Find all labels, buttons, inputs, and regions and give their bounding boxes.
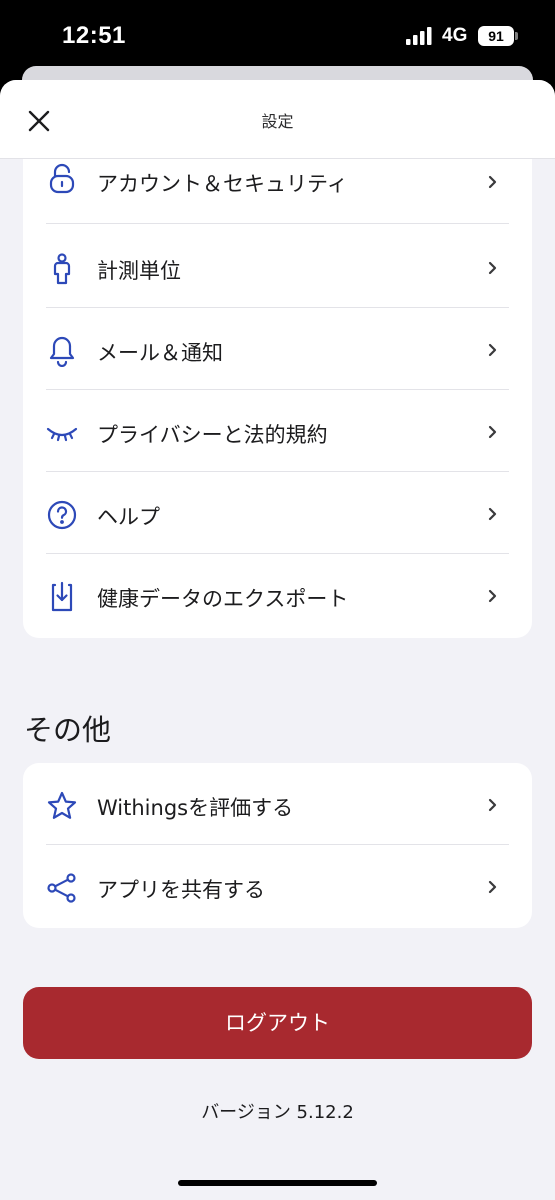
bell-icon	[46, 335, 78, 367]
person-icon	[46, 253, 78, 285]
sheet-header: 設定	[0, 80, 555, 159]
chevron-right-icon	[488, 343, 497, 357]
settings-item-label: 計測単位	[97, 259, 181, 283]
lock-icon	[46, 163, 78, 195]
divider	[46, 223, 509, 224]
settings-item-label: 健康データのエクスポート	[97, 587, 349, 611]
settings-item-label: Withingsを評価する	[97, 796, 294, 820]
chevron-right-icon	[488, 175, 497, 189]
chevron-right-icon	[488, 507, 497, 521]
settings-item-privacy-legal[interactable]: プライバシーと法的規約	[23, 390, 532, 472]
battery-icon: 91	[478, 26, 514, 46]
export-icon	[46, 581, 78, 613]
battery-tip	[515, 32, 518, 40]
closed-eye-icon	[46, 417, 78, 449]
logout-button[interactable]: ログアウト	[23, 987, 532, 1059]
settings-item-help[interactable]: ヘルプ	[23, 472, 532, 554]
status-time: 12:51	[62, 22, 126, 49]
battery-level: 91	[488, 28, 504, 44]
star-icon	[46, 790, 78, 822]
chevron-right-icon	[488, 798, 497, 812]
version-label: バージョン 5.12.2	[201, 1102, 354, 1123]
settings-item-share-app[interactable]: アプリを共有する	[23, 845, 532, 927]
settings-item-measurement-units[interactable]: 計測単位	[23, 226, 532, 308]
chevron-right-icon	[488, 425, 497, 439]
network-label: 4G	[442, 25, 468, 46]
settings-item-label: ヘルプ	[97, 505, 160, 529]
settings-item-health-data-export[interactable]: 健康データのエクスポート	[23, 554, 532, 636]
home-indicator	[178, 1180, 377, 1186]
settings-item-rate-withings[interactable]: Withingsを評価する	[23, 763, 532, 845]
chevron-right-icon	[488, 880, 497, 894]
settings-item-label: アカウント＆セキュリティ	[97, 172, 348, 196]
settings-item-label: プライバシーと法的規約	[97, 423, 328, 447]
chevron-right-icon	[488, 261, 497, 275]
section-title-other: その他	[24, 713, 112, 747]
settings-card: アカウント＆セキュリティ 計測単位 メール＆通知 プライバシーと法的規約 ヘルプ…	[23, 80, 532, 638]
chevron-right-icon	[488, 589, 497, 603]
share-icon	[46, 872, 78, 904]
other-card: Withingsを評価する アプリを共有する	[23, 763, 532, 928]
settings-item-label: アプリを共有する	[97, 878, 265, 902]
settings-item-label: メール＆通知	[97, 341, 223, 365]
signal-icon	[406, 27, 432, 45]
help-icon	[46, 499, 78, 531]
settings-sheet: アカウント＆セキュリティ 計測単位 メール＆通知 プライバシーと法的規約 ヘルプ…	[0, 80, 555, 1200]
status-bar: 12:51 4G 91	[0, 0, 555, 70]
settings-item-mail-notifications[interactable]: メール＆通知	[23, 308, 532, 390]
page-title: 設定	[261, 112, 294, 131]
